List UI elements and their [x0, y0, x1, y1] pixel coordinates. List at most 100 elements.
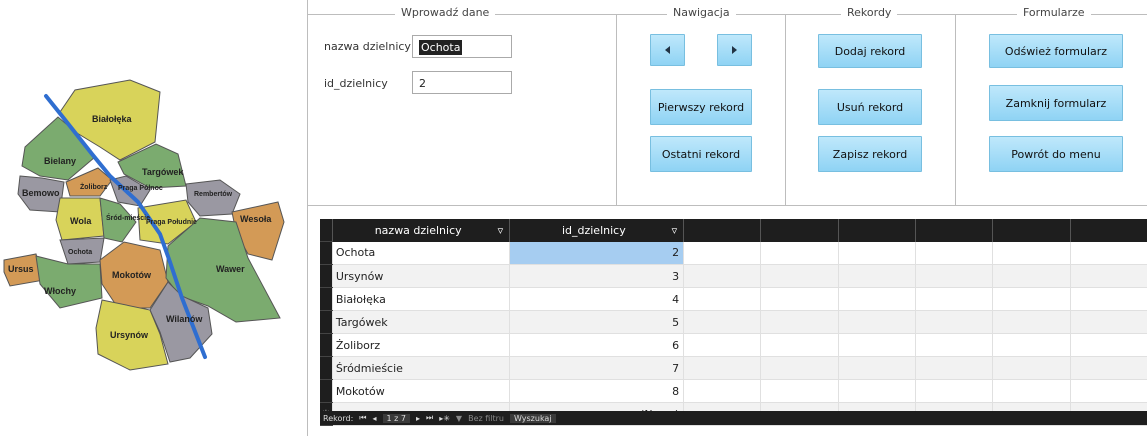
refresh-form-button[interactable]: Odśwież formularz [989, 34, 1123, 68]
sort-dropdown-icon[interactable]: ▿ [498, 224, 504, 237]
column-header-label: nazwa dzielnicy [374, 223, 462, 237]
search-field[interactable]: Wyszukaj [510, 413, 556, 423]
row-selector[interactable] [320, 264, 333, 288]
cell-id[interactable]: 8 [509, 379, 685, 403]
row-selector[interactable] [320, 356, 333, 380]
cell-name[interactable]: Ursynów [332, 264, 511, 288]
empty-column-header [915, 219, 994, 242]
cell-name[interactable]: Mokotów [332, 379, 511, 403]
district-wlochy [35, 255, 103, 309]
add-record-button[interactable]: Dodaj rekord [818, 34, 922, 68]
table-row[interactable]: Śródmieście 7 [320, 356, 1147, 380]
cell-name[interactable]: Żoliborz [332, 333, 511, 357]
table-row[interactable]: Ursynów 3 [320, 264, 1147, 288]
row-selector[interactable] [320, 287, 333, 311]
empty-column-header [992, 219, 1071, 242]
id-label: id_dzielnicy [324, 77, 388, 90]
table-row[interactable]: Żoliborz 6 [320, 333, 1147, 357]
section-title-forms: Formularze [1017, 6, 1091, 19]
name-label: nazwa dzielnicy [324, 40, 411, 53]
delete-record-button[interactable]: Usuń rekord [818, 89, 922, 125]
cell-name[interactable]: Targówek [332, 310, 511, 334]
first-record-button[interactable]: Pierwszy rekord [650, 89, 752, 125]
id-value: 2 [419, 77, 426, 90]
filter-icon: ▼ [455, 413, 463, 423]
map-label: Żoliborz [80, 183, 108, 191]
prev-record-button[interactable] [650, 34, 685, 66]
first-record-icon[interactable]: ⏮ [359, 413, 366, 423]
district-rembertow [185, 179, 241, 217]
map-label: Ursus [8, 264, 34, 274]
map-label: Targówek [142, 167, 184, 177]
row-selector[interactable] [320, 241, 333, 265]
name-field[interactable]: Ochota [412, 35, 512, 58]
column-header-id[interactable]: id_dzielnicy ▿ [509, 219, 685, 242]
section-title-nav: Nawigacja [667, 6, 736, 19]
table-row[interactable]: Ochota 2 [320, 241, 1147, 265]
back-to-menu-button[interactable]: Powrót do menu [989, 136, 1123, 172]
input-section: Wprowadź dane nazwa dzielnicy Ochota id_… [308, 6, 616, 205]
cell-name[interactable]: Białołęka [332, 287, 511, 311]
map-label: Wola [70, 216, 92, 226]
cell-name[interactable]: Ochota [332, 241, 511, 265]
map-label: Śród-mieście [106, 213, 150, 222]
cell-id[interactable]: 6 [509, 333, 685, 357]
cell-id[interactable]: 5 [509, 310, 685, 334]
row-selector[interactable] [320, 379, 333, 403]
grid-header-row: nazwa dzielnicy ▿ id_dzielnicy ▿ [320, 219, 1147, 242]
prev-record-icon[interactable]: ◂ [373, 414, 377, 423]
cell-id[interactable]: 4 [509, 287, 685, 311]
next-record-icon[interactable]: ▸ [416, 414, 420, 423]
row-selector[interactable] [320, 310, 333, 334]
datasheet-grid: nazwa dzielnicy ▿ id_dzielnicy ▿ Ochota 2 … [320, 219, 1147, 426]
record-navigation-bar: Rekord: ⏮ ◂ 1 z 7 ▸ ⏭ ▸✳ ▼ Bez filtru Wy… [320, 411, 1147, 425]
record-position-field[interactable]: 1 z 7 [382, 413, 410, 423]
arrow-right-icon [732, 46, 737, 54]
district-form: Wprowadź dane nazwa dzielnicy Ochota id_… [307, 0, 1147, 436]
next-record-button[interactable] [717, 34, 752, 66]
filter-status[interactable]: Bez filtru [468, 414, 504, 423]
map-label: Białołęka [92, 114, 133, 124]
column-header-name[interactable]: nazwa dzielnicy ▿ [332, 219, 511, 242]
cell-id[interactable]: 7 [509, 356, 685, 380]
map-label: Wesoła [240, 214, 272, 224]
select-all-cell[interactable] [320, 219, 333, 242]
name-value: Ochota [419, 40, 463, 55]
empty-column-header [838, 219, 917, 242]
map-label: Ochota [68, 249, 92, 256]
map-label: Mokotów [112, 270, 152, 280]
navigation-section: Nawigacja Pierwszy rekord Ostatni rekord [617, 6, 785, 205]
cell-name[interactable]: Śródmieście [332, 356, 511, 380]
cell-id[interactable]: 2 [509, 241, 685, 265]
id-field[interactable]: 2 [412, 71, 512, 94]
arrow-left-icon [665, 46, 670, 54]
column-header-label: id_dzielnicy [561, 223, 626, 237]
map-label: Rembertów [194, 191, 233, 198]
map-label: Praga Południe [146, 219, 197, 226]
sort-dropdown-icon[interactable]: ▿ [672, 224, 678, 237]
warsaw-districts-map: Białołęka Bielany Targówek Bemowo Żolibo… [0, 72, 300, 372]
empty-column-header [760, 219, 839, 242]
map-label: Wilanów [166, 314, 203, 324]
last-record-icon[interactable]: ⏭ [426, 413, 433, 423]
save-record-button[interactable]: Zapisz rekord [818, 136, 922, 172]
map-label: Bemowo [22, 188, 60, 198]
map-label: Wawer [216, 264, 245, 274]
empty-column-header [683, 219, 762, 242]
map-label: Praga Północ [118, 185, 163, 192]
row-selector[interactable] [320, 333, 333, 357]
new-record-nav-icon[interactable]: ▸✳ [439, 414, 450, 423]
empty-column-header [1070, 219, 1147, 242]
map-label: Włochy [44, 286, 76, 296]
record-label: Rekord: [323, 413, 354, 423]
table-row[interactable]: Mokotów 8 [320, 379, 1147, 403]
map-label: Ursynów [110, 330, 149, 340]
table-row[interactable]: Targówek 5 [320, 310, 1147, 334]
table-row[interactable]: Białołęka 4 [320, 287, 1147, 311]
cell-id[interactable]: 3 [509, 264, 685, 288]
close-form-button[interactable]: Zamknij formularz [989, 85, 1123, 121]
section-title-input: Wprowadź dane [395, 6, 496, 19]
map-label: Bielany [44, 156, 76, 166]
form-header: Wprowadź dane nazwa dzielnicy Ochota id_… [308, 6, 1147, 206]
last-record-button[interactable]: Ostatni rekord [650, 136, 752, 172]
